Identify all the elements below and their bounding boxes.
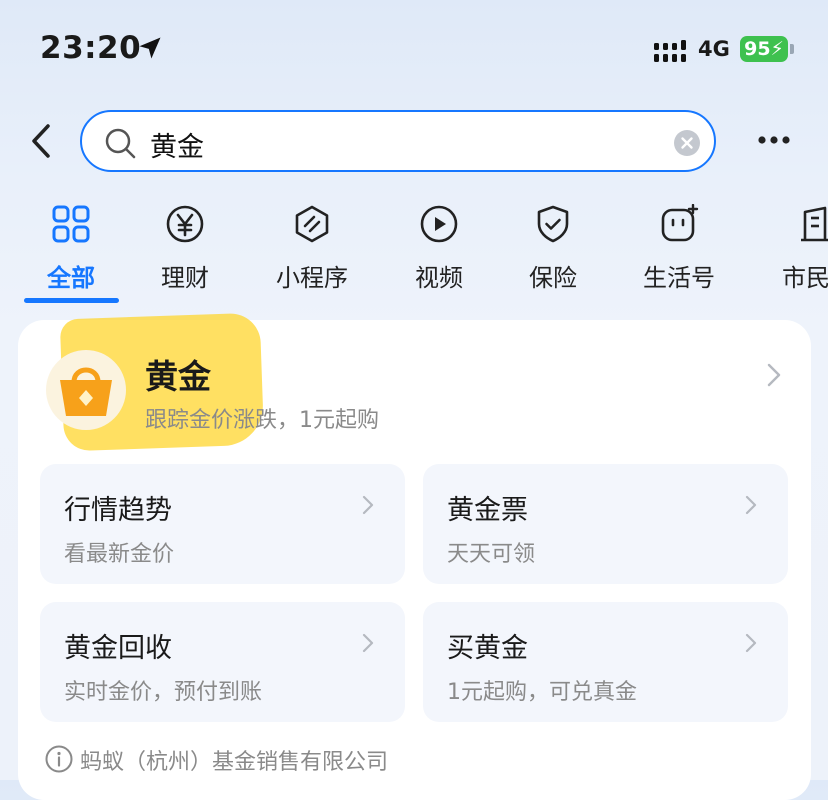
product-logo — [46, 350, 126, 430]
tab-label: 保险 — [529, 264, 577, 292]
tile-title: 行情趋势 — [64, 495, 172, 526]
back-arrow-icon[interactable] — [26, 122, 56, 160]
grid-icon — [52, 205, 90, 243]
yen-coin-icon — [166, 205, 204, 243]
tab-life-account[interactable]: 生活号 — [636, 196, 722, 293]
tab-citizen[interactable]: 市民 — [776, 196, 828, 293]
tab-wealth[interactable]: 理财 — [144, 196, 226, 293]
active-tab-indicator — [24, 298, 119, 303]
status-bar: 23:20 4G 95⚡ — [0, 0, 828, 100]
chevron-right-icon — [362, 495, 374, 515]
location-arrow-icon — [139, 37, 161, 59]
chevron-right-icon — [362, 633, 374, 653]
tile-title: 黄金票 — [447, 495, 528, 526]
clear-icon[interactable] — [674, 130, 700, 156]
tab-video[interactable]: 视频 — [398, 196, 480, 293]
tile-subtitle: 1元起购，可兑真金 — [447, 680, 637, 705]
tab-label: 市民 — [782, 264, 828, 292]
status-time: 23:20 — [40, 30, 142, 66]
tile-gold-recycle[interactable]: 黄金回收 实时金价，预付到账 — [40, 602, 405, 722]
tab-mini-program[interactable]: 小程序 — [266, 196, 358, 293]
network-type: 4G — [698, 37, 730, 61]
provider-text: 蚂蚁（杭州）基金销售有限公司 — [80, 750, 389, 775]
mini-program-icon — [295, 205, 329, 243]
tile-gold-ticket[interactable]: 黄金票 天天可领 — [423, 464, 788, 584]
tab-label: 小程序 — [276, 264, 348, 292]
shield-check-icon — [537, 205, 569, 243]
tab-all[interactable]: 全部 — [30, 196, 112, 293]
battery-tip — [790, 44, 794, 54]
charging-bolt-icon: ⚡ — [770, 38, 784, 60]
category-tabs: 全部 理财 小程序 视频 保险 生活号 市民 — [0, 196, 828, 306]
tab-label: 全部 — [47, 264, 95, 292]
more-icon[interactable] — [756, 128, 792, 152]
tile-title: 黄金回收 — [64, 633, 172, 664]
play-icon — [420, 205, 458, 243]
cellular-signal-icon — [654, 40, 686, 62]
product-title[interactable]: 黄金 — [145, 350, 211, 398]
tab-label: 理财 — [161, 264, 209, 292]
tile-subtitle: 看最新金价 — [64, 542, 175, 567]
tile-subtitle: 天天可领 — [447, 542, 536, 567]
product-subtitle: 跟踪金价涨跌，1元起购 — [145, 408, 379, 433]
tile-market-trend[interactable]: 行情趋势 看最新金价 — [40, 464, 405, 584]
search-query[interactable]: 黄金 — [150, 125, 204, 164]
chevron-right-icon — [745, 633, 757, 653]
tile-buy-gold[interactable]: 买黄金 1元起购，可兑真金 — [423, 602, 788, 722]
chevron-right-icon — [745, 495, 757, 515]
tile-title: 买黄金 — [447, 633, 528, 664]
tab-label: 生活号 — [643, 264, 715, 292]
life-account-icon — [661, 204, 699, 242]
info-icon[interactable] — [44, 744, 74, 774]
battery-level: 95 — [744, 38, 771, 60]
tab-label: 视频 — [415, 264, 463, 292]
search-input[interactable]: 黄金 — [80, 110, 716, 172]
gold-basket-icon — [60, 367, 112, 416]
tab-insurance[interactable]: 保险 — [512, 196, 594, 293]
tile-subtitle: 实时金价，预付到账 — [64, 680, 263, 705]
battery-icon: 95⚡ — [740, 36, 788, 62]
building-icon — [801, 206, 828, 242]
search-icon — [105, 128, 136, 159]
chevron-right-icon[interactable] — [766, 362, 782, 388]
